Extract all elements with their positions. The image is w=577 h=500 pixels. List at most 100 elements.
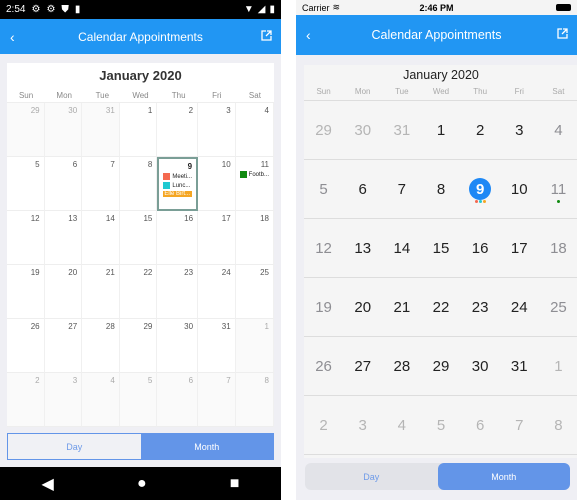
day-number: 26	[30, 322, 40, 331]
calendar-day-cell[interactable]: 15	[421, 219, 461, 278]
calendar-day-cell[interactable]: 17	[198, 211, 236, 265]
open-external-icon[interactable]	[261, 29, 272, 44]
calendar-day-cell[interactable]: 4	[235, 103, 274, 157]
calendar-day-cell[interactable]: 19	[304, 278, 344, 337]
calendar-day-cell[interactable]: 21	[82, 265, 120, 319]
calendar-day-cell[interactable]: 4	[82, 373, 120, 427]
calendar-day-cell[interactable]: 5	[7, 157, 45, 211]
calendar-day-cell[interactable]: 21	[382, 278, 422, 337]
calendar-day-cell[interactable]: 2	[157, 103, 199, 157]
calendar-day-cell[interactable]: 6	[460, 396, 500, 455]
calendar-day-cell[interactable]: 27	[343, 337, 383, 396]
calendar-day-cell[interactable]: 2	[460, 101, 500, 160]
calendar-day-cell[interactable]: 8	[119, 157, 158, 211]
calendar-day-cell[interactable]: 28	[82, 319, 120, 373]
calendar-day-cell[interactable]: 30	[157, 319, 199, 373]
recents-nav-icon[interactable]: ■	[230, 475, 240, 493]
calendar-day-cell[interactable]: 7	[82, 157, 120, 211]
appointment[interactable]: Elle Birt...	[163, 191, 193, 197]
calendar-day-cell[interactable]: 17	[499, 219, 539, 278]
appointment[interactable]: Meeti...	[163, 173, 192, 180]
open-external-icon[interactable]	[557, 28, 568, 42]
calendar-day-cell[interactable]: 19	[7, 265, 45, 319]
calendar-day-cell[interactable]: 1	[538, 337, 577, 396]
calendar-day-cell[interactable]: 3	[198, 103, 236, 157]
calendar-day-cell[interactable]: 31	[499, 337, 539, 396]
calendar-day-cell[interactable]: 18	[538, 219, 577, 278]
calendar-day-cell[interactable]: 31	[198, 319, 236, 373]
segment-month[interactable]: Month	[140, 434, 273, 459]
calendar-day-cell[interactable]: 10	[198, 157, 236, 211]
calendar-day-cell[interactable]: 22	[421, 278, 461, 337]
calendar-day-cell[interactable]: 2	[7, 373, 45, 427]
calendar-day-cell[interactable]: 25	[235, 265, 274, 319]
calendar-day-cell[interactable]: 29	[119, 319, 158, 373]
calendar-day-cell[interactable]: 24	[198, 265, 236, 319]
calendar-day-cell[interactable]: 6	[343, 160, 383, 219]
calendar-day-cell[interactable]: 1	[235, 319, 274, 373]
segment-day[interactable]: Day	[305, 463, 438, 490]
calendar-day-cell[interactable]: 23	[460, 278, 500, 337]
calendar-day-cell[interactable]: 13	[343, 219, 383, 278]
calendar-day-cell[interactable]: 12	[304, 219, 344, 278]
calendar-day-cell[interactable]: 5	[119, 373, 158, 427]
calendar-day-cell[interactable]: 30	[44, 103, 83, 157]
calendar-day-cell[interactable]: 14	[382, 219, 422, 278]
segment-day[interactable]: Day	[8, 434, 141, 459]
calendar-day-cell[interactable]: 11	[538, 160, 577, 219]
calendar-day-cell[interactable]: 4	[538, 101, 577, 160]
calendar-day-cell[interactable]: 3	[343, 396, 383, 455]
calendar-day-cell[interactable]: 26	[7, 319, 45, 373]
calendar-day-cell[interactable]: 1	[421, 101, 461, 160]
appointment[interactable]: Lunc...	[163, 182, 192, 189]
calendar-day-cell[interactable]: 27	[44, 319, 83, 373]
calendar-day-cell[interactable]: 25	[538, 278, 577, 337]
calendar-day-cell[interactable]: 30	[343, 101, 383, 160]
calendar-day-cell[interactable]: 11 Footb...	[235, 157, 274, 211]
calendar-day-cell[interactable]: 8	[421, 160, 461, 219]
calendar-day-cell[interactable]: 16	[460, 219, 500, 278]
calendar-day-cell[interactable]: 8	[235, 373, 274, 427]
calendar-day-cell[interactable]: 20	[343, 278, 383, 337]
calendar-day-cell[interactable]: 10	[499, 160, 539, 219]
appointment[interactable]: Footb...	[239, 171, 269, 178]
home-nav-icon[interactable]: ●	[137, 475, 147, 493]
calendar-day-cell[interactable]: 29	[421, 337, 461, 396]
calendar-day-cell[interactable]: 7	[382, 160, 422, 219]
back-nav-icon[interactable]: ◀	[42, 474, 54, 494]
calendar-day-cell[interactable]: 7	[198, 373, 236, 427]
calendar-day-cell[interactable]: 3	[44, 373, 83, 427]
calendar-day-cell[interactable]: 26	[304, 337, 344, 396]
calendar-day-cell[interactable]: 1	[119, 103, 158, 157]
calendar-day-cell[interactable]: 15	[119, 211, 158, 265]
calendar-day-cell[interactable]: 12	[7, 211, 45, 265]
calendar-day-cell[interactable]: 30	[460, 337, 500, 396]
calendar-day-cell[interactable]: 9 Meeti... Lunc... Elle Birt...	[157, 157, 199, 211]
calendar-day-cell[interactable]: 9	[460, 160, 500, 219]
calendar-day-cell[interactable]: 3	[499, 101, 539, 160]
calendar-day-cell[interactable]: 4	[382, 396, 422, 455]
calendar-day-cell[interactable]: 31	[82, 103, 120, 157]
calendar-day-cell[interactable]: 24	[499, 278, 539, 337]
calendar-day-cell[interactable]: 16	[157, 211, 199, 265]
calendar-day-cell[interactable]: 28	[382, 337, 422, 396]
calendar-day-cell[interactable]: 29	[304, 101, 344, 160]
segment-month[interactable]: Month	[437, 463, 570, 490]
calendar-day-cell[interactable]: 7	[499, 396, 539, 455]
calendar-day-cell[interactable]: 2	[304, 396, 344, 455]
calendar-day-cell[interactable]: 29	[7, 103, 45, 157]
calendar-day-cell[interactable]: 13	[44, 211, 83, 265]
calendar-day-cell[interactable]: 5	[421, 396, 461, 455]
back-icon[interactable]: ‹	[306, 27, 311, 43]
calendar-day-cell[interactable]: 6	[44, 157, 83, 211]
calendar-day-cell[interactable]: 31	[382, 101, 422, 160]
back-icon[interactable]: ‹	[10, 29, 15, 45]
calendar-day-cell[interactable]: 5	[304, 160, 344, 219]
calendar-day-cell[interactable]: 18	[235, 211, 274, 265]
calendar-day-cell[interactable]: 6	[157, 373, 199, 427]
calendar-day-cell[interactable]: 20	[44, 265, 83, 319]
calendar-day-cell[interactable]: 22	[119, 265, 158, 319]
calendar-day-cell[interactable]: 14	[82, 211, 120, 265]
calendar-day-cell[interactable]: 8	[538, 396, 577, 455]
calendar-day-cell[interactable]: 23	[157, 265, 199, 319]
